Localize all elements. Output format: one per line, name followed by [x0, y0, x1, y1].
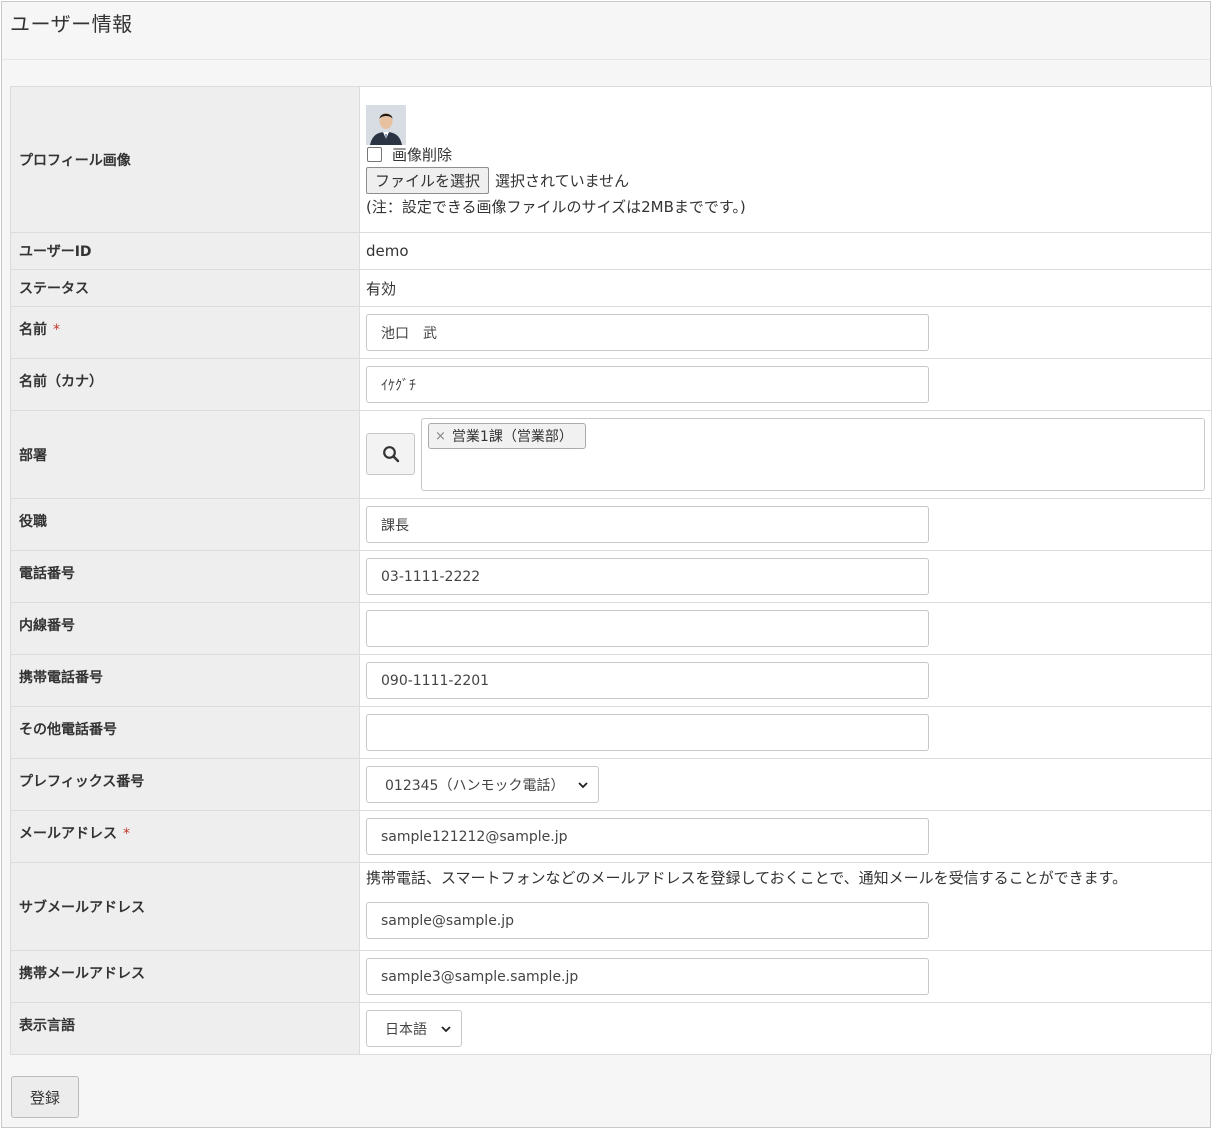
file-row: ファイルを選択 選択されていません: [366, 166, 1205, 194]
title-bar: ユーザー情報: [2, 2, 1210, 60]
chevron-down-icon: [578, 781, 589, 788]
department-search-button[interactable]: [366, 433, 415, 475]
department-label: 部署: [10, 410, 360, 499]
delete-image-label: 画像削除: [392, 146, 453, 164]
row-prefix: プレフィックス番号 012345（ハンモック電話）: [10, 758, 1212, 811]
row-user-id: ユーザーID demo: [10, 232, 1212, 270]
row-extension: 内線番号: [10, 602, 1212, 655]
other-phone-cell: [359, 706, 1212, 759]
delete-image-row: 画像削除: [366, 145, 1205, 165]
row-sub-email: サブメールアドレス 携帯電話、スマートフォンなどのメールアドレスを登録しておくこ…: [10, 862, 1212, 951]
avatar: [366, 104, 406, 145]
sub-email-help: 携帯電話、スマートフォンなどのメールアドレスを登録しておくことで、通知メールを受…: [366, 869, 1128, 887]
delete-image-checkbox[interactable]: [367, 147, 382, 162]
row-position: 役職 課長: [10, 498, 1212, 551]
prefix-select[interactable]: 012345（ハンモック電話）: [366, 766, 600, 803]
row-status: ステータス 有効: [10, 269, 1212, 307]
status-label: ステータス: [10, 269, 360, 307]
name-cell: 池口 武: [359, 306, 1212, 359]
name-label-cell: 名前 *: [10, 306, 360, 359]
department-tag-box[interactable]: × 営業1課（営業部）: [421, 418, 1205, 491]
phone-cell: 03-1111-2222: [359, 550, 1212, 603]
profile-image-cell: 画像削除 ファイルを選択 選択されていません (注：設定できる画像ファイルのサイ…: [359, 86, 1212, 233]
required-mark: *: [123, 826, 130, 842]
row-email: メールアドレス * sample121212@sample.jp: [10, 810, 1212, 863]
sub-email-label: サブメールアドレス: [10, 862, 360, 951]
name-label: 名前: [19, 322, 47, 338]
row-profile-image: プロフィール画像 画像削除 ファイルを選択 選択されていません (注：設定できる…: [10, 86, 1212, 233]
extension-label: 内線番号: [10, 602, 360, 655]
name-kana-cell: ｲｹｸﾞﾁ: [359, 358, 1212, 411]
profile-image-label: プロフィール画像: [10, 86, 360, 233]
department-tag: × 営業1課（営業部）: [428, 423, 586, 449]
prefix-selected: 012345（ハンモック電話）: [385, 777, 565, 794]
form-footer: 登録: [11, 1076, 79, 1118]
email-cell: sample121212@sample.jp: [359, 810, 1212, 863]
language-selected: 日本語: [385, 1021, 427, 1038]
position-input[interactable]: 課長: [366, 506, 929, 543]
mobile-email-input[interactable]: sample3@sample.sample.jp: [366, 958, 929, 995]
chevron-down-icon: [441, 1025, 451, 1032]
other-phone-label: その他電話番号: [10, 706, 360, 759]
prefix-cell: 012345（ハンモック電話）: [359, 758, 1212, 811]
email-label: メールアドレス: [19, 826, 117, 842]
user-form: プロフィール画像 画像削除 ファイルを選択 選択されていません (注：設定できる…: [10, 86, 1212, 1055]
submit-button[interactable]: 登録: [11, 1076, 79, 1118]
prefix-label: プレフィックス番号: [10, 758, 360, 811]
user-id-value: demo: [359, 232, 1212, 270]
phone-input[interactable]: 03-1111-2222: [366, 558, 929, 595]
phone-label: 電話番号: [10, 550, 360, 603]
language-label: 表示言語: [10, 1002, 360, 1055]
page-title: ユーザー情報: [10, 12, 133, 36]
mobile-input[interactable]: 090-1111-2201: [366, 662, 929, 699]
choose-file-button[interactable]: ファイルを選択: [366, 166, 490, 194]
position-cell: 課長: [359, 498, 1212, 551]
avatar-person-icon: [366, 104, 406, 145]
position-label: 役職: [10, 498, 360, 551]
user-info-panel: ユーザー情報 プロフィール画像 画像削除 ファイルを選択 選択されていません (…: [1, 1, 1212, 1128]
required-mark: *: [53, 322, 60, 338]
tag-remove-icon[interactable]: ×: [435, 429, 446, 444]
sub-email-input[interactable]: sample@sample.jp: [366, 902, 929, 939]
row-language: 表示言語 日本語: [10, 1002, 1212, 1055]
row-phone: 電話番号 03-1111-2222: [10, 550, 1212, 603]
sub-email-cell: 携帯電話、スマートフォンなどのメールアドレスを登録しておくことで、通知メールを受…: [359, 862, 1212, 951]
row-other-phone: その他電話番号: [10, 706, 1212, 759]
mobile-label: 携帯電話番号: [10, 654, 360, 707]
row-mobile-email: 携帯メールアドレス sample3@sample.sample.jp: [10, 950, 1212, 1003]
row-department: 部署 × 営業1課（営業部）: [10, 410, 1212, 499]
name-kana-label: 名前（カナ）: [10, 358, 360, 411]
mobile-email-cell: sample3@sample.sample.jp: [359, 950, 1212, 1003]
user-form-table: プロフィール画像 画像削除 ファイルを選択 選択されていません (注：設定できる…: [10, 86, 1212, 1055]
row-name-kana: 名前（カナ） ｲｹｸﾞﾁ: [10, 358, 1212, 411]
status-value: 有効: [359, 269, 1212, 307]
search-icon: [382, 446, 399, 463]
name-input[interactable]: 池口 武: [366, 314, 929, 351]
language-select[interactable]: 日本語: [366, 1010, 462, 1047]
row-name: 名前 * 池口 武: [10, 306, 1212, 359]
email-input[interactable]: sample121212@sample.jp: [366, 818, 929, 855]
file-size-note: (注：設定できる画像ファイルのサイズは2MBまでです。): [366, 197, 746, 216]
department-cell: × 営業1課（営業部）: [359, 410, 1212, 499]
name-kana-input[interactable]: ｲｹｸﾞﾁ: [366, 366, 929, 403]
file-status: 選択されていません: [495, 171, 630, 190]
mobile-cell: 090-1111-2201: [359, 654, 1212, 707]
department-controls: × 営業1課（営業部）: [366, 418, 1205, 491]
extension-cell: [359, 602, 1212, 655]
department-tag-label: 営業1課（営業部）: [451, 429, 573, 445]
extension-input[interactable]: [366, 610, 929, 647]
mobile-email-label: 携帯メールアドレス: [10, 950, 360, 1003]
language-cell: 日本語: [359, 1002, 1212, 1055]
other-phone-input[interactable]: [366, 714, 929, 751]
email-label-cell: メールアドレス *: [10, 810, 360, 863]
row-mobile: 携帯電話番号 090-1111-2201: [10, 654, 1212, 707]
user-id-label: ユーザーID: [10, 232, 360, 270]
